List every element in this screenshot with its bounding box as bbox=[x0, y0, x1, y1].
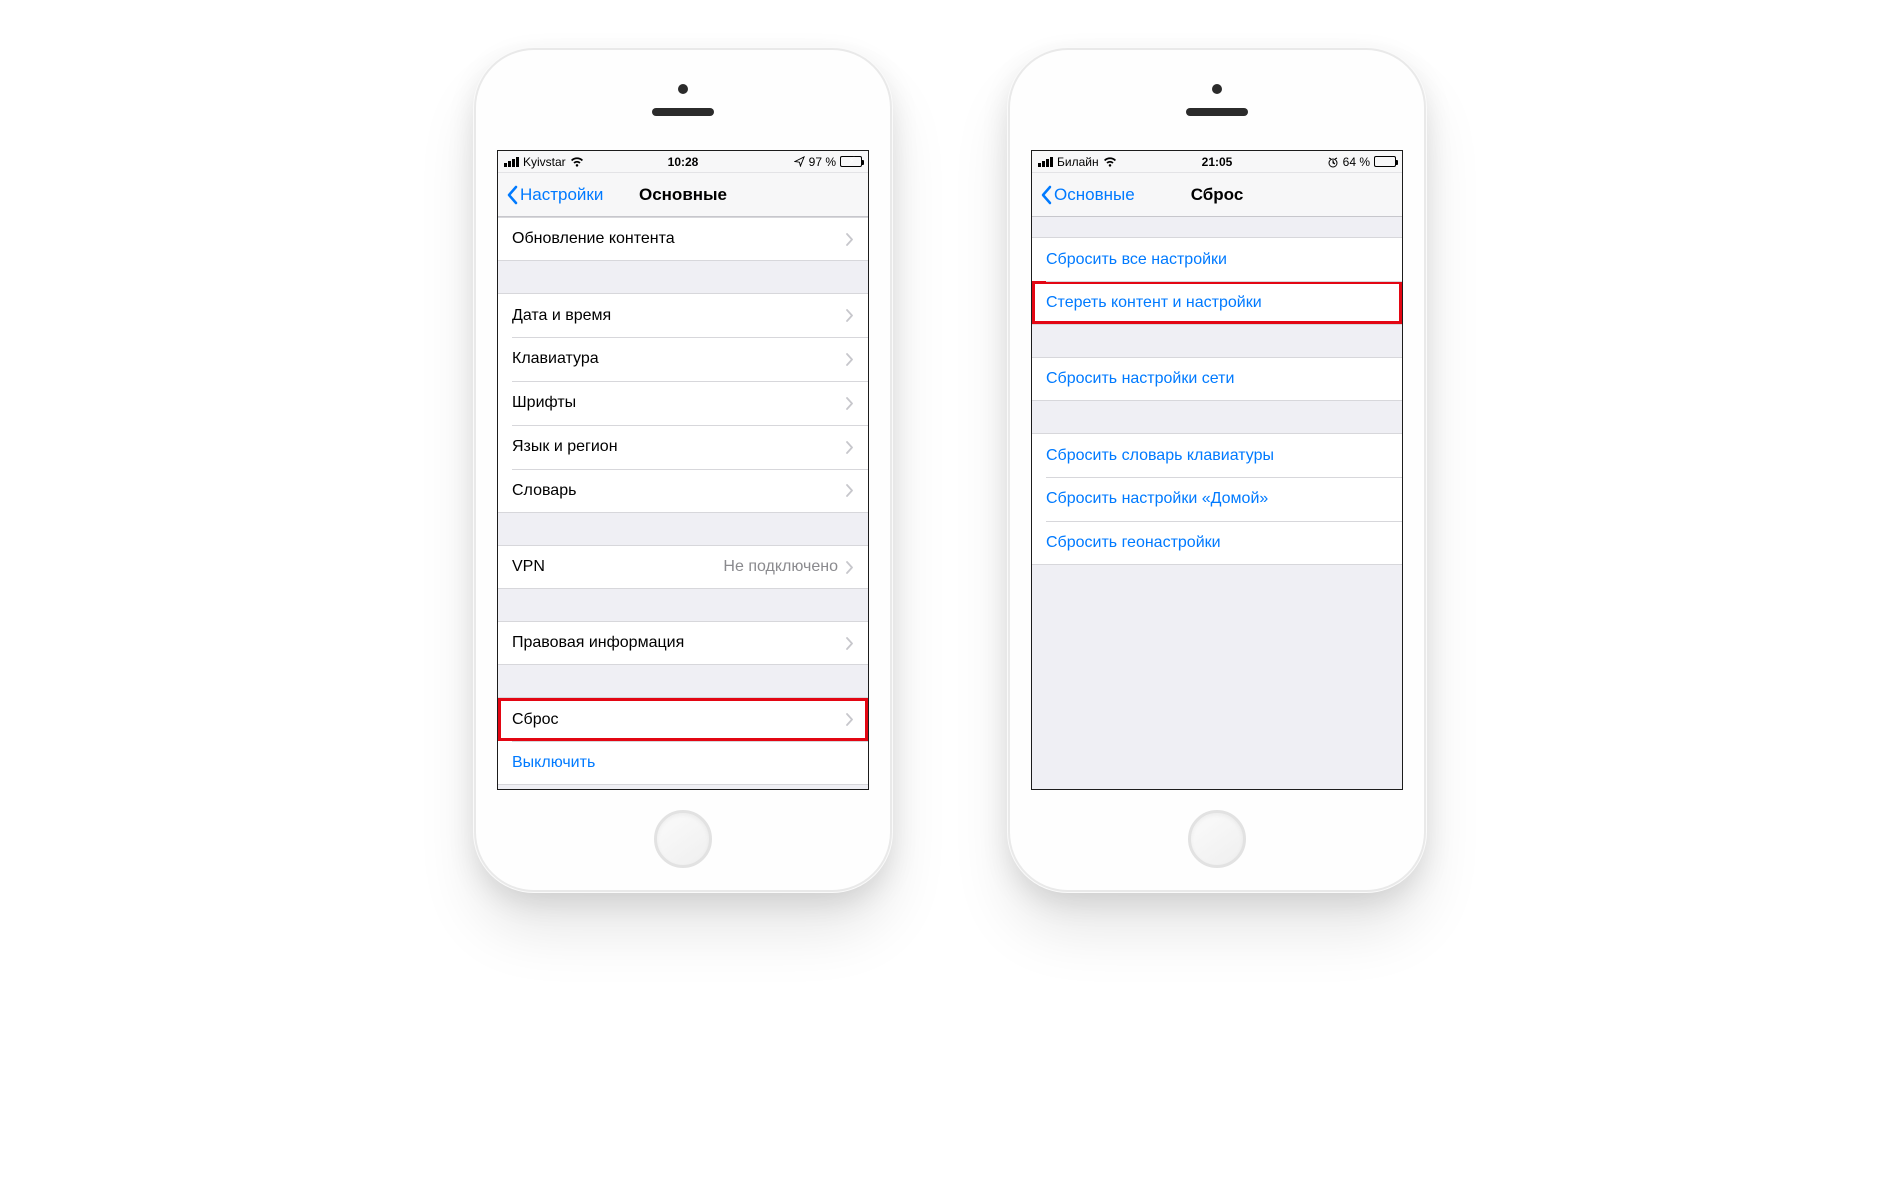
status-right: 97 % ⚡︎ bbox=[794, 155, 862, 169]
group-content-update: Обновление контента bbox=[498, 217, 868, 261]
battery-percent: 97 % bbox=[809, 155, 836, 169]
row-reset-home-layout[interactable]: Сбросить настройки «Домой» bbox=[1032, 477, 1402, 521]
chevron-right-icon bbox=[846, 713, 854, 726]
nav-bar: Основные Сброс bbox=[1032, 173, 1402, 217]
alarm-icon bbox=[1327, 156, 1339, 168]
row-legal[interactable]: Правовая информация bbox=[498, 621, 868, 665]
chevron-right-icon bbox=[846, 561, 854, 574]
home-button[interactable] bbox=[654, 810, 712, 868]
group-system: Дата и время Клавиатура Шрифты Язык и ре… bbox=[498, 293, 868, 513]
row-dictionary[interactable]: Словарь bbox=[498, 469, 868, 513]
row-date-time[interactable]: Дата и время bbox=[498, 293, 868, 337]
group-vpn: VPN Не подключено bbox=[498, 545, 868, 589]
chevron-right-icon bbox=[846, 637, 854, 650]
back-label: Основные bbox=[1054, 185, 1135, 205]
chevron-left-icon bbox=[506, 185, 518, 205]
nav-title: Сброс bbox=[1191, 185, 1244, 205]
nav-title: Основные bbox=[639, 185, 727, 205]
back-button[interactable]: Настройки bbox=[506, 185, 603, 205]
row-label: Дата и время bbox=[512, 307, 611, 325]
reset-list: Сбросить все настройки Стереть контент и… bbox=[1032, 217, 1402, 565]
row-label: Сброс bbox=[512, 711, 559, 729]
row-label: Шрифты bbox=[512, 394, 576, 412]
status-right: 64 % bbox=[1327, 155, 1396, 169]
row-label: Стереть контент и настройки bbox=[1046, 294, 1262, 312]
row-reset-keyboard-dict[interactable]: Сбросить словарь клавиатуры bbox=[1032, 433, 1402, 477]
group-reset-3: Сбросить словарь клавиатуры Сбросить нас… bbox=[1032, 433, 1402, 565]
group-reset: Сброс Выключить bbox=[498, 697, 868, 785]
row-erase-content-settings[interactable]: Стереть контент и настройки bbox=[1032, 281, 1402, 325]
wifi-icon bbox=[1103, 157, 1117, 167]
chevron-right-icon bbox=[846, 353, 854, 366]
row-label: Словарь bbox=[512, 482, 576, 500]
settings-list: Обновление контента Дата и время Клавиат… bbox=[498, 217, 868, 785]
status-bar: Kyivstar 10:28 97 % ⚡︎ bbox=[498, 151, 868, 173]
battery-percent: 64 % bbox=[1343, 155, 1370, 169]
row-shutdown[interactable]: Выключить bbox=[498, 741, 868, 785]
screen-right: Билайн 21:05 64 % Основные Сброс bbox=[1031, 150, 1403, 790]
back-label: Настройки bbox=[520, 185, 603, 205]
row-reset-network[interactable]: Сбросить настройки сети bbox=[1032, 357, 1402, 401]
chevron-right-icon bbox=[846, 233, 854, 246]
row-content-update[interactable]: Обновление контента bbox=[498, 217, 868, 261]
charging-icon: ⚡︎ bbox=[848, 156, 855, 167]
row-language-region[interactable]: Язык и регион bbox=[498, 425, 868, 469]
battery-icon bbox=[1374, 156, 1396, 167]
home-button[interactable] bbox=[1188, 810, 1246, 868]
row-label: Выключить bbox=[512, 754, 595, 772]
row-reset-location[interactable]: Сбросить геонастройки bbox=[1032, 521, 1402, 565]
wifi-icon bbox=[570, 157, 584, 167]
signal-icon bbox=[1038, 157, 1053, 167]
row-label: Обновление контента bbox=[512, 230, 675, 248]
row-fonts[interactable]: Шрифты bbox=[498, 381, 868, 425]
row-label: Сбросить настройки «Домой» bbox=[1046, 490, 1268, 508]
phone-frame-left: Kyivstar 10:28 97 % ⚡︎ Настройки Основны… bbox=[476, 50, 890, 890]
row-reset-all-settings[interactable]: Сбросить все настройки bbox=[1032, 237, 1402, 281]
row-reset[interactable]: Сброс bbox=[498, 697, 868, 741]
screen-left: Kyivstar 10:28 97 % ⚡︎ Настройки Основны… bbox=[497, 150, 869, 790]
row-label: Язык и регион bbox=[512, 438, 618, 456]
group-reset-2: Сбросить настройки сети bbox=[1032, 357, 1402, 401]
status-left: Билайн bbox=[1038, 155, 1117, 169]
location-icon bbox=[794, 156, 805, 167]
status-time: 10:28 bbox=[668, 155, 699, 169]
row-label: Сбросить словарь клавиатуры bbox=[1046, 447, 1274, 465]
chevron-right-icon bbox=[846, 484, 854, 497]
row-label: Клавиатура bbox=[512, 350, 599, 368]
status-time: 21:05 bbox=[1202, 155, 1233, 169]
chevron-right-icon bbox=[846, 441, 854, 454]
row-keyboard[interactable]: Клавиатура bbox=[498, 337, 868, 381]
group-reset-1: Сбросить все настройки Стереть контент и… bbox=[1032, 237, 1402, 325]
chevron-right-icon bbox=[846, 397, 854, 410]
row-label: Сбросить геонастройки bbox=[1046, 534, 1221, 552]
row-label: Сбросить все настройки bbox=[1046, 251, 1227, 269]
row-vpn[interactable]: VPN Не подключено bbox=[498, 545, 868, 589]
row-label: Сбросить настройки сети bbox=[1046, 370, 1234, 388]
chevron-left-icon bbox=[1040, 185, 1052, 205]
carrier-name: Билайн bbox=[1057, 155, 1099, 169]
chevron-right-icon bbox=[846, 309, 854, 322]
carrier-name: Kyivstar bbox=[523, 155, 566, 169]
battery-icon: ⚡︎ bbox=[840, 156, 862, 167]
status-left: Kyivstar bbox=[504, 155, 584, 169]
back-button[interactable]: Основные bbox=[1040, 185, 1135, 205]
signal-icon bbox=[504, 157, 519, 167]
group-legal: Правовая информация bbox=[498, 621, 868, 665]
row-label: VPN bbox=[512, 558, 545, 576]
row-label: Правовая информация bbox=[512, 634, 684, 652]
nav-bar: Настройки Основные bbox=[498, 173, 868, 217]
row-value: Не подключено bbox=[723, 558, 838, 576]
phone-frame-right: Билайн 21:05 64 % Основные Сброс bbox=[1010, 50, 1424, 890]
status-bar: Билайн 21:05 64 % bbox=[1032, 151, 1402, 173]
